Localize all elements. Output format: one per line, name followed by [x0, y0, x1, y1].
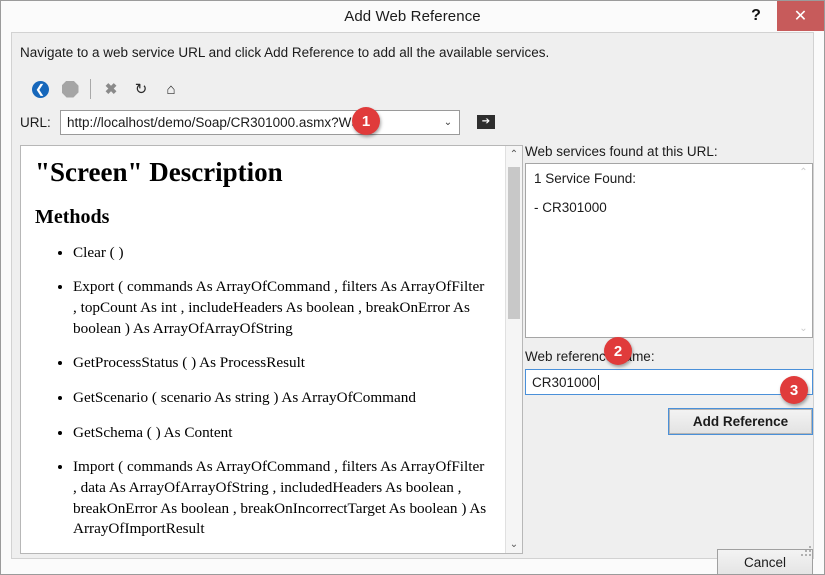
step-badge-1: 1 — [352, 107, 380, 135]
list-item: Clear ( ) — [73, 243, 491, 264]
reference-name-value: CR301000 — [532, 374, 597, 390]
methods-list: Clear ( ) Export ( commands As ArrayOfCo… — [35, 243, 491, 540]
wsdl-document: "Screen" Description Methods Clear ( ) E… — [21, 146, 505, 553]
browser-scrollbar[interactable]: ⌃ ⌄ — [505, 146, 522, 553]
go-icon[interactable]: ➔ — [477, 115, 495, 129]
window-title: Add Web Reference — [344, 7, 481, 25]
services-label: Web services found at this URL: — [525, 144, 718, 159]
stop-icon: ✖ — [104, 80, 118, 98]
url-row: URL: http://localhost/demo/Soap/CR301000… — [20, 109, 500, 135]
title-bar-buttons: ? ✕ — [735, 1, 824, 31]
scroll-up-icon[interactable]: ⌃ — [506, 146, 522, 163]
dialog-body: Navigate to a web service URL and click … — [11, 32, 814, 574]
add-reference-button[interactable]: Add Reference — [668, 408, 813, 435]
list-item: GetProcessStatus ( ) As ProcessResult — [73, 353, 491, 374]
url-combobox[interactable]: http://localhost/demo/Soap/CR301000.asmx… — [60, 109, 460, 135]
resize-grip[interactable] — [797, 542, 811, 556]
services-listbox[interactable]: 1 Service Found: - CR301000 ⌃ ⌄ — [525, 163, 813, 338]
forward-button[interactable] — [55, 76, 85, 102]
scroll-up-icon[interactable]: ⌃ — [795, 164, 812, 181]
step-badge-3: 3 — [780, 376, 808, 404]
reference-name-label: Web reference name: — [525, 349, 655, 364]
back-button[interactable]: ❮ — [25, 76, 55, 102]
url-label: URL: — [20, 114, 51, 130]
home-icon: ⌂ — [166, 80, 176, 98]
services-content: 1 Service Found: - CR301000 — [526, 164, 795, 337]
refresh-button[interactable]: ↻ — [126, 76, 156, 102]
document-heading: "Screen" Description — [35, 157, 283, 187]
forward-arrow-icon — [61, 80, 79, 98]
services-found-text: 1 Service Found: — [534, 171, 637, 186]
toolbar-separator — [90, 79, 91, 99]
chevron-down-icon[interactable]: ⌄ — [437, 111, 459, 134]
url-input[interactable]: http://localhost/demo/Soap/CR301000.asmx… — [61, 115, 437, 130]
stop-button[interactable]: ✖ — [96, 76, 126, 102]
list-item: Import ( commands As ArrayOfCommand , fi… — [73, 457, 491, 540]
step-badge-2: 2 — [604, 337, 632, 365]
browser-preview-pane: "Screen" Description Methods Clear ( ) E… — [20, 145, 523, 554]
list-item[interactable]: - CR301000 — [534, 200, 795, 215]
home-button[interactable]: ⌂ — [156, 76, 186, 102]
scrollbar-track[interactable] — [506, 163, 522, 536]
text-caret — [597, 374, 599, 390]
close-icon[interactable]: ✕ — [777, 1, 824, 31]
back-arrow-icon: ❮ — [31, 80, 49, 98]
document-subheading: Methods — [35, 205, 110, 228]
reference-name-input[interactable]: CR301000 — [525, 369, 813, 395]
list-item: GetScenario ( scenario As string ) As Ar… — [73, 388, 491, 409]
scrollbar-thumb[interactable] — [508, 167, 520, 319]
browser-toolbar: ❮ ✖ ↻ ⌂ — [25, 75, 186, 103]
instruction-text: Navigate to a web service URL and click … — [20, 45, 550, 60]
list-item: GetSchema ( ) As Content — [73, 423, 491, 444]
list-item: Export ( commands As ArrayOfCommand , fi… — [73, 277, 491, 339]
refresh-icon: ↻ — [134, 80, 148, 98]
services-scrollbar[interactable]: ⌃ ⌄ — [795, 164, 812, 337]
scroll-down-icon[interactable]: ⌄ — [506, 536, 522, 553]
add-web-reference-dialog: Add Web Reference ? ✕ Navigate to a web … — [0, 0, 825, 575]
help-icon[interactable]: ? — [735, 1, 777, 31]
add-reference-label: Add Reference — [669, 409, 812, 434]
title-bar: Add Web Reference ? ✕ — [1, 1, 824, 31]
scroll-down-icon[interactable]: ⌄ — [795, 320, 812, 337]
